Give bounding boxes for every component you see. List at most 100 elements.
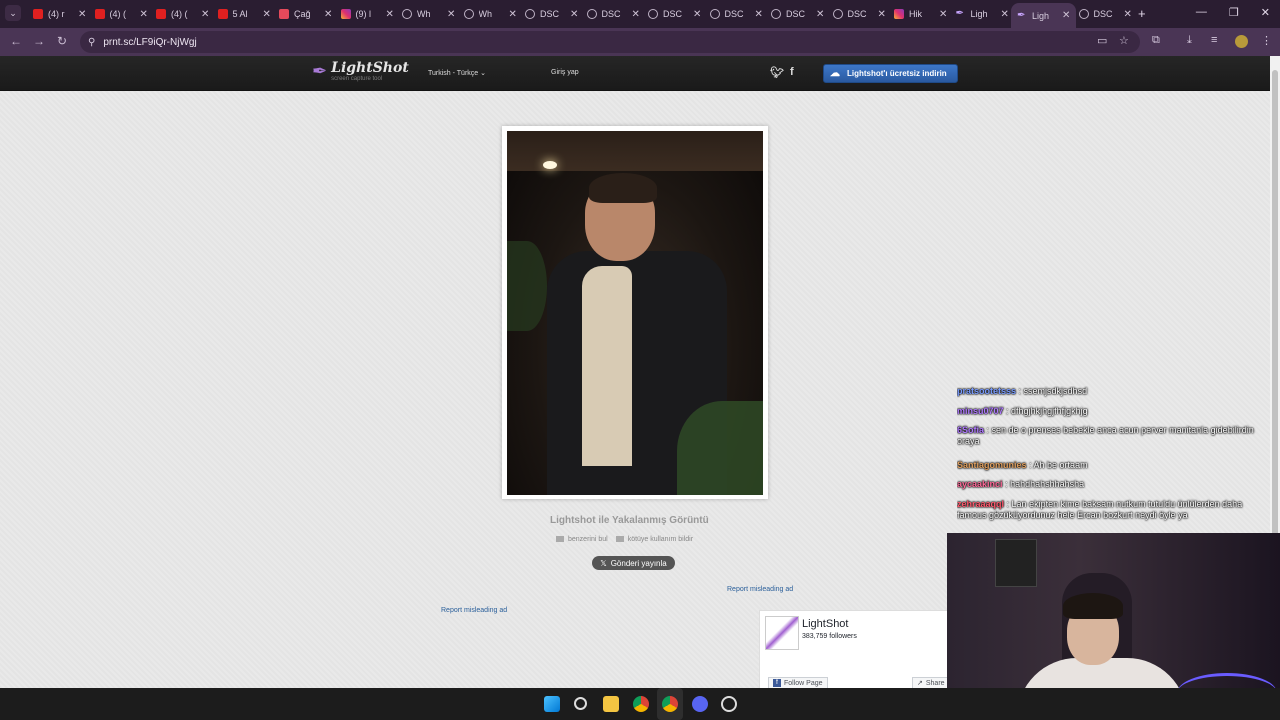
lightshot-header: ✒ LightShot screen capture tool Turkish … bbox=[0, 56, 1270, 91]
browser-tab[interactable]: (9) l ✕ bbox=[340, 4, 394, 24]
browser-tab[interactable]: DSC ✕ bbox=[709, 4, 763, 24]
tab-close-icon[interactable]: ✕ bbox=[78, 9, 86, 20]
chat-message: zehraaaqql : Lan ekipten kime baksam nut… bbox=[957, 499, 1273, 521]
browser-tab[interactable]: (4) (✕ bbox=[94, 4, 148, 24]
tab-label: DSC bbox=[847, 9, 867, 19]
tab-close-icon[interactable]: ✕ bbox=[386, 9, 394, 20]
chat-username: zehraaaqql bbox=[957, 499, 1005, 509]
browser-tab[interactable]: 5 Al ✕ bbox=[217, 4, 271, 24]
report-ad-link[interactable]: Report misleading ad bbox=[727, 586, 793, 593]
tab-close-icon[interactable]: ✕ bbox=[509, 9, 517, 20]
tab-close-icon[interactable]: ✕ bbox=[693, 9, 701, 20]
fb-page-name[interactable]: LightShot bbox=[802, 618, 848, 630]
reload-icon[interactable]: ↻ bbox=[57, 34, 67, 48]
browser-tab[interactable]: Hik ✕ bbox=[894, 4, 947, 24]
browser-tab[interactable]: DSC ✕ bbox=[586, 4, 640, 24]
media-controls-icon[interactable]: ≡ bbox=[1211, 34, 1217, 46]
chrome-icon[interactable] bbox=[633, 696, 649, 712]
screenshot-caption: Lightshot ile Yakalanmış Görüntü bbox=[550, 515, 709, 526]
logo-tagline: screen capture tool bbox=[331, 76, 383, 82]
minimize-icon[interactable]: — bbox=[1196, 6, 1207, 19]
tab-close-icon[interactable]: ✕ bbox=[201, 9, 209, 20]
tab-label: Çağ bbox=[294, 9, 311, 19]
report-ad-link[interactable]: Report misleading ad bbox=[441, 607, 507, 614]
find-similar-link[interactable]: benzerini bul bbox=[556, 536, 608, 543]
follow-page-button[interactable]: f Follow Page bbox=[768, 677, 828, 688]
tab-search-button[interactable]: ⌄ bbox=[5, 5, 21, 21]
tab-close-icon[interactable]: ✕ bbox=[324, 9, 332, 20]
browser-tab[interactable]: Çağ ✕ bbox=[279, 4, 332, 24]
screenshot-image[interactable] bbox=[507, 131, 763, 495]
address-bar[interactable]: ⚲ prnt.sc/LF9iQr-NjWgj bbox=[80, 31, 1140, 53]
stream-chat-overlay: pratsootetsss : ssemjsdkjsdhsd minsu0707 … bbox=[957, 386, 1277, 534]
facebook-icon[interactable]: f bbox=[790, 66, 794, 78]
menu-kebab-icon[interactable]: ⋮ bbox=[1261, 34, 1272, 47]
new-tab-button[interactable]: + bbox=[1138, 6, 1146, 21]
restore-icon[interactable]: ❐ bbox=[1229, 6, 1239, 19]
browser-tab[interactable]: DSC ✕ bbox=[832, 4, 886, 24]
twitter-icon[interactable]: 🐦︎ bbox=[770, 66, 784, 79]
tab-close-icon[interactable]: ✕ bbox=[632, 9, 640, 20]
windows-start-icon[interactable] bbox=[544, 696, 560, 712]
logo-name: LightShot bbox=[331, 60, 409, 76]
browser-tab[interactable]: DSC ✕ bbox=[771, 4, 824, 24]
forward-icon[interactable]: → bbox=[33, 34, 45, 48]
extensions-icon[interactable]: ⧉ bbox=[1152, 34, 1160, 47]
chat-message: 6Sofia : sen de o prenses bebekle anca a… bbox=[957, 425, 1273, 447]
tweet-button[interactable]: 𝕏 Gönderi yayınla bbox=[592, 556, 675, 570]
browser-tab[interactable]: (4) r ✕ bbox=[33, 4, 86, 24]
browser-tab[interactable]: Wh ✕ bbox=[463, 4, 517, 24]
cast-icon[interactable]: ▭ bbox=[1097, 34, 1107, 47]
share-button[interactable]: ↗ Share bbox=[912, 677, 950, 688]
globe-icon bbox=[771, 9, 781, 19]
globe-icon bbox=[586, 9, 597, 19]
tab-close-icon[interactable]: ✕ bbox=[878, 9, 886, 20]
tab-close-icon[interactable]: ✕ bbox=[1062, 10, 1070, 21]
tab-close-icon[interactable]: ✕ bbox=[1001, 9, 1009, 20]
browser-tab[interactable]: ✒ Ligh ✕ bbox=[956, 4, 1009, 24]
feather-icon: ✒ bbox=[1017, 9, 1026, 21]
browser-tab[interactable]: DSC ✕ bbox=[1078, 4, 1132, 24]
file-explorer-icon[interactable] bbox=[603, 696, 619, 712]
tab-label: DSC bbox=[786, 9, 806, 19]
download-icon[interactable]: ⤓ bbox=[1187, 34, 1192, 47]
instagram-icon bbox=[340, 9, 351, 19]
browser-tab[interactable]: Wh ✕ bbox=[402, 4, 455, 24]
profile-avatar[interactable] bbox=[1235, 35, 1248, 48]
tab-strip: ⌄ (4) r ✕ (4) (✕ (4) (✕ 5 Al ✕ Çağ ✕ (9) l ✕ Wh ✕ Wh… bbox=[0, 0, 1280, 28]
browser-tab[interactable]: DSC ✕ bbox=[525, 4, 578, 24]
back-icon[interactable]: ← bbox=[10, 34, 22, 48]
url-text[interactable]: prnt.sc/LF9iQr-NjWgj bbox=[103, 37, 196, 48]
bookmark-star-icon[interactable]: ☆ bbox=[1119, 34, 1129, 47]
chrome-profile-icon[interactable] bbox=[662, 696, 678, 712]
browser-tab[interactable]: (4) (✕ bbox=[156, 4, 209, 24]
instagram-icon bbox=[894, 9, 904, 19]
tab-close-icon[interactable]: ✕ bbox=[939, 9, 947, 20]
browser-tab[interactable]: DSC ✕ bbox=[648, 4, 701, 24]
browser-toolbar: ← → ↻ ⚲ prnt.sc/LF9iQr-NjWgj bbox=[0, 28, 1280, 56]
tab-close-icon[interactable]: ✕ bbox=[447, 9, 455, 20]
discord-icon[interactable] bbox=[692, 696, 708, 712]
tab-label: DSC bbox=[601, 9, 621, 19]
report-abuse-link[interactable]: kötüye kullanım bildir bbox=[615, 536, 693, 543]
chat-text: : dfhgjhkjhgjfhfjgkhjg bbox=[1006, 406, 1088, 416]
obs-icon[interactable] bbox=[721, 696, 737, 712]
tab-close-icon[interactable]: ✕ bbox=[816, 9, 824, 20]
lightshot-page-logo[interactable] bbox=[765, 616, 799, 650]
site-info-icon[interactable]: ⚲ bbox=[88, 37, 95, 48]
login-link[interactable]: Giriş yap bbox=[551, 69, 579, 76]
language-select[interactable]: Turkish - Türkçe ⌄ bbox=[428, 69, 486, 77]
browser-tab[interactable]: ✒ Ligh ✕ bbox=[1011, 3, 1077, 28]
tab-close-icon[interactable]: ✕ bbox=[570, 9, 578, 20]
tab-close-icon[interactable]: ✕ bbox=[1124, 9, 1132, 20]
tab-close-icon[interactable]: ✕ bbox=[755, 9, 763, 20]
search-icon[interactable] bbox=[574, 697, 587, 710]
youtube-icon bbox=[156, 9, 166, 19]
tab-close-icon[interactable]: ✕ bbox=[263, 9, 271, 20]
lightshot-logo[interactable]: ✒ LightShot screen capture tool bbox=[312, 61, 409, 82]
download-button[interactable]: ☁ Lightshot'ı ücretsiz indirin bbox=[823, 64, 958, 83]
image-icon bbox=[556, 536, 564, 543]
globe-icon bbox=[463, 9, 474, 19]
close-window-icon[interactable]: ✕ bbox=[1261, 6, 1270, 19]
tab-close-icon[interactable]: ✕ bbox=[140, 9, 148, 20]
